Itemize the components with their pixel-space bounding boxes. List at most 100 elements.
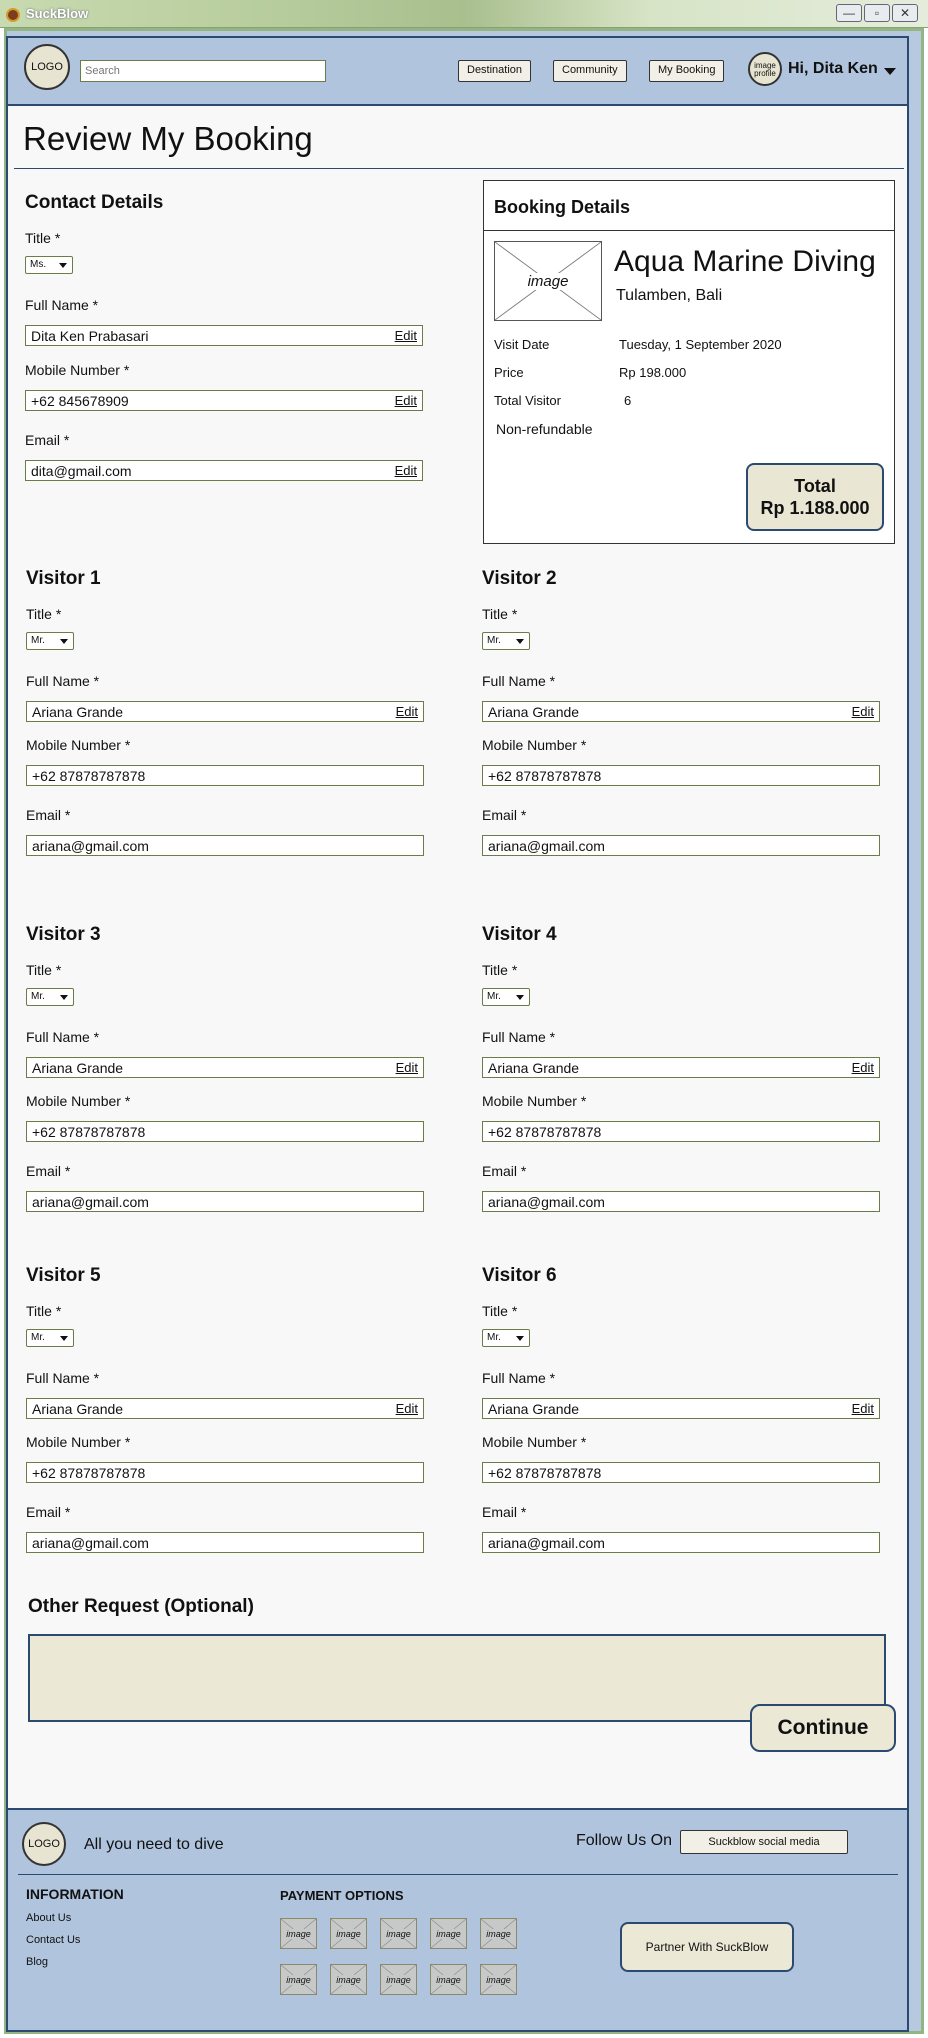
visitor-4-email-field[interactable]: ariana@gmail.com: [482, 1191, 880, 1212]
contact-name-field[interactable]: Dita Ken Prabasari Edit: [25, 325, 423, 346]
user-greeting[interactable]: Hi, Dita Ken: [788, 60, 878, 78]
visitor-6-name-edit-link[interactable]: Edit: [852, 1401, 874, 1416]
window-controls: — ▫ ✕: [836, 4, 918, 22]
visitor-1-name-label: Full Name *: [26, 673, 100, 689]
visitor-1-title-select[interactable]: Mr.: [26, 632, 74, 650]
payment-logo-image: image: [380, 1964, 417, 1995]
visitor-5-mobile-label: Mobile Number *: [26, 1434, 131, 1450]
search-input[interactable]: [80, 60, 326, 82]
site-footer: LOGO All you need to dive Follow Us On S…: [6, 1808, 909, 2032]
nav-community-button[interactable]: Community: [553, 60, 627, 82]
avatar[interactable]: image profile: [748, 52, 782, 86]
visitor-3-email-label: Email *: [26, 1163, 71, 1179]
payment-logo-image: image: [280, 1964, 317, 1995]
chevron-down-icon[interactable]: [884, 68, 896, 75]
visitor-2-mobile-field[interactable]: +62 87878787878: [482, 765, 880, 786]
visitor-2-name-label: Full Name *: [482, 673, 556, 689]
visitor-5-mobile-field[interactable]: +62 87878787878: [26, 1462, 424, 1483]
about-us-link[interactable]: About Us: [26, 1912, 71, 1924]
visit-date-value: Tuesday, 1 September 2020: [619, 337, 782, 352]
window-titlebar: SuckBlow — ▫ ✕: [0, 0, 928, 28]
title-divider: [14, 168, 904, 169]
payment-logo-image: image: [430, 1964, 467, 1995]
social-media-button[interactable]: Suckblow social media: [680, 1830, 848, 1854]
contact-email-value: dita@gmail.com: [31, 463, 132, 479]
partner-button[interactable]: Partner With SuckBlow: [620, 1922, 794, 1972]
visitor-5-title-label: Title *: [26, 1303, 62, 1319]
contact-title-select[interactable]: Ms.: [25, 256, 73, 274]
visitor-4-title-select[interactable]: Mr.: [482, 988, 530, 1006]
contact-us-link[interactable]: Contact Us: [26, 1934, 80, 1946]
visitor-3-mobile-field[interactable]: +62 87878787878: [26, 1121, 424, 1142]
contact-name-value: Dita Ken Prabasari: [31, 328, 149, 344]
visitor-2-mobile-label: Mobile Number *: [482, 737, 587, 753]
visitor-2-email-label: Email *: [482, 807, 527, 823]
visitor-6-email-field[interactable]: ariana@gmail.com: [482, 1532, 880, 1553]
visitor-3-title-label: Title *: [26, 962, 62, 978]
visitor-4-mobile-field[interactable]: +62 87878787878: [482, 1121, 880, 1142]
destination-image: image: [494, 241, 602, 321]
visitor-4-mobile-value: +62 87878787878: [488, 1124, 602, 1140]
visitor-2-title-select[interactable]: Mr.: [482, 632, 530, 650]
contact-name-edit-link[interactable]: Edit: [395, 328, 417, 343]
visitor-5-name-field[interactable]: Ariana Grande Edit: [26, 1398, 424, 1419]
payment-logo-label: image: [484, 1928, 513, 1939]
visitor-5-email-label: Email *: [26, 1504, 71, 1520]
payment-logo-image: image: [330, 1918, 367, 1949]
total-visitor-label: Total Visitor: [494, 393, 561, 408]
visitor-5-mobile-value: +62 87878787878: [32, 1465, 146, 1481]
payment-logo-label: image: [434, 1974, 463, 1985]
contact-email-field[interactable]: dita@gmail.com Edit: [25, 460, 423, 481]
visitor-6-mobile-label: Mobile Number *: [482, 1434, 587, 1450]
visitor-1-title-label: Title *: [26, 606, 62, 622]
visitor-5-title-select[interactable]: Mr.: [26, 1329, 74, 1347]
close-icon[interactable]: ✕: [892, 4, 918, 22]
visitor-3-name-edit-link[interactable]: Edit: [396, 1060, 418, 1075]
contact-mobile-label: Mobile Number *: [25, 362, 130, 378]
destination-image-label: image: [525, 272, 571, 290]
nav-destination-button[interactable]: Destination: [458, 60, 532, 82]
site-logo[interactable]: LOGO: [24, 44, 70, 90]
visitor-4-name-edit-link[interactable]: Edit: [852, 1060, 874, 1075]
visitor-6-title-select[interactable]: Mr.: [482, 1329, 530, 1347]
contact-email-label: Email *: [25, 432, 70, 448]
other-request-heading: Other Request (Optional): [28, 1596, 254, 1617]
visitor-6-mobile-field[interactable]: +62 87878787878: [482, 1462, 880, 1483]
visitor-2-name-field[interactable]: Ariana Grande Edit: [482, 701, 880, 722]
continue-button[interactable]: Continue: [750, 1704, 896, 1752]
visitor-5-name-edit-link[interactable]: Edit: [396, 1401, 418, 1416]
visitor-4-email-value: ariana@gmail.com: [488, 1194, 605, 1210]
visitor-3-title-select[interactable]: Mr.: [26, 988, 74, 1006]
visitor-2-name-value: Ariana Grande: [488, 704, 580, 720]
visitor-2-name-edit-link[interactable]: Edit: [852, 704, 874, 719]
visitor-3-email-field[interactable]: ariana@gmail.com: [26, 1191, 424, 1212]
contact-mobile-field[interactable]: +62 845678909 Edit: [25, 390, 423, 411]
visitor-5-email-field[interactable]: ariana@gmail.com: [26, 1532, 424, 1553]
visitor-2-email-field[interactable]: ariana@gmail.com: [482, 835, 880, 856]
visitor-1-name-field[interactable]: Ariana Grande Edit: [26, 701, 424, 722]
visitor-1-email-label: Email *: [26, 807, 71, 823]
visitor-1-name-edit-link[interactable]: Edit: [396, 704, 418, 719]
footer-logo[interactable]: LOGO: [22, 1822, 66, 1866]
visitor-3-name-field[interactable]: Ariana Grande Edit: [26, 1057, 424, 1078]
visitor-5-heading: Visitor 5: [26, 1265, 101, 1286]
price-label: Price: [494, 365, 524, 380]
visitor-1-email-field[interactable]: ariana@gmail.com: [26, 835, 424, 856]
visitor-6-name-field[interactable]: Ariana Grande Edit: [482, 1398, 880, 1419]
payment-logo-label: image: [334, 1974, 363, 1985]
blog-link[interactable]: Blog: [26, 1956, 48, 1968]
visitor-4-name-field[interactable]: Ariana Grande Edit: [482, 1057, 880, 1078]
visitor-6-email-label: Email *: [482, 1504, 527, 1520]
maximize-icon[interactable]: ▫: [864, 4, 890, 22]
contact-mobile-edit-link[interactable]: Edit: [395, 393, 417, 408]
payment-options-heading: PAYMENT OPTIONS: [280, 1888, 404, 1903]
payment-logo-image: image: [380, 1918, 417, 1949]
visitor-4-mobile-label: Mobile Number *: [482, 1093, 587, 1109]
minimize-icon[interactable]: —: [836, 4, 862, 22]
contact-mobile-value: +62 845678909: [31, 393, 129, 409]
contact-email-edit-link[interactable]: Edit: [395, 463, 417, 478]
nav-my-booking-button[interactable]: My Booking: [649, 60, 725, 82]
visitor-1-mobile-field[interactable]: +62 87878787878: [26, 765, 424, 786]
total-visitor-value: 6: [624, 393, 632, 408]
visitor-3-mobile-value: +62 87878787878: [32, 1124, 146, 1140]
